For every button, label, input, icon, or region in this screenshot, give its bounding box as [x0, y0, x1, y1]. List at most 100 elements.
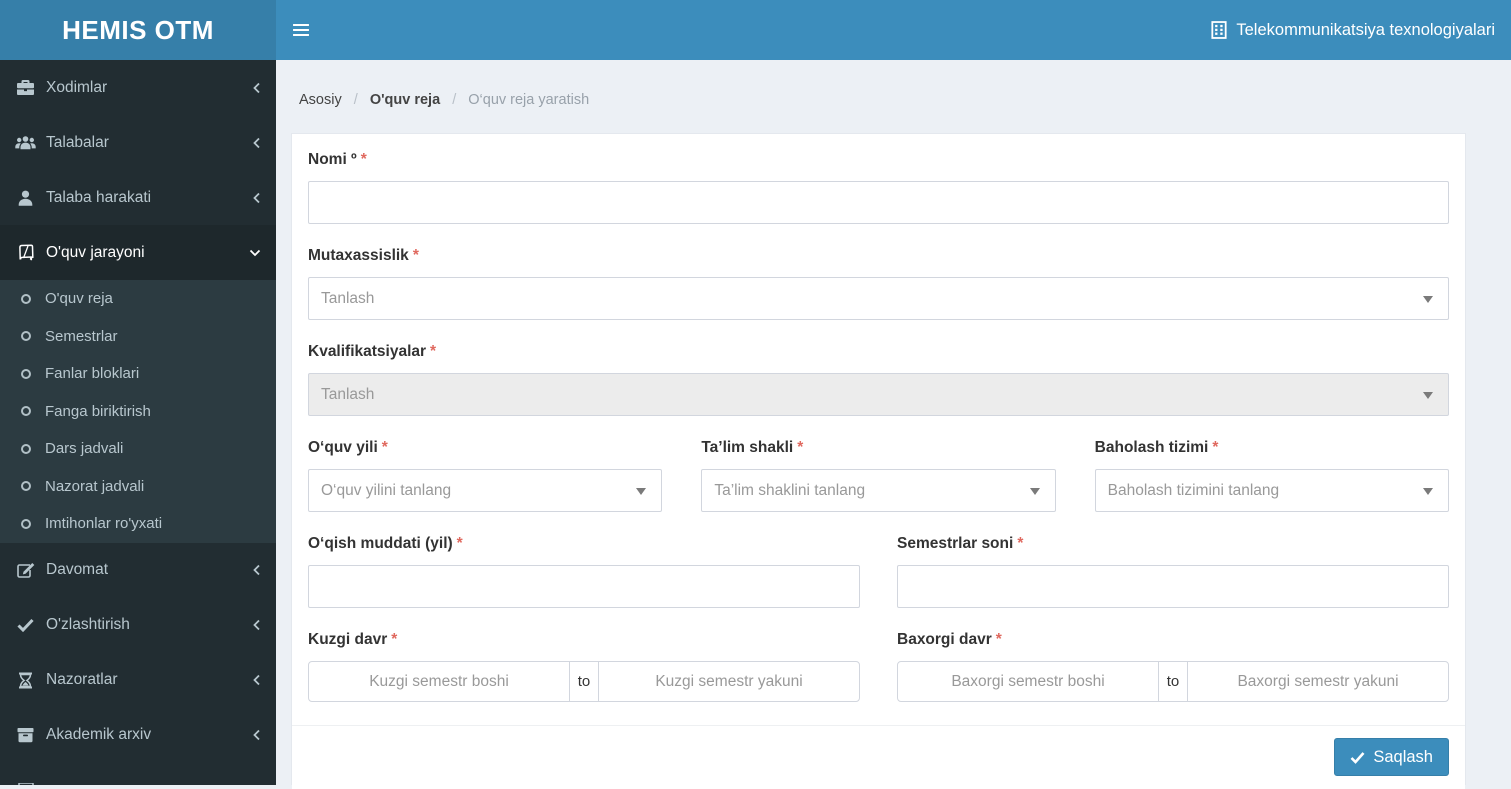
submenu-item-label: Semestrlar [45, 327, 118, 345]
submenu-item-label: Fanlar bloklari [45, 365, 140, 383]
kvalifikatsiyalar-label: Kvalifikatsiyalar * [308, 343, 437, 360]
kuzgi-davr-range: to [308, 661, 860, 702]
sidebar-item-label: Akademik arxiv [46, 726, 152, 743]
submenu-item-nazorat-jadvali[interactable]: Nazorat jadvali [0, 468, 276, 506]
chevron-left-icon [252, 619, 261, 631]
oqish-muddati-input[interactable] [308, 565, 860, 608]
save-button[interactable]: Saqlash [1334, 738, 1449, 776]
select-placeholder: Tanlash [321, 289, 375, 307]
submenu-item-label: Fanga biriktirish [45, 402, 151, 420]
submenu-item-dars-jadvali[interactable]: Dars jadvali [0, 430, 276, 468]
sidebar-item-label: Nazoratlar [46, 671, 118, 688]
breadcrumb-current: O‘quv reja yaratish [468, 92, 590, 108]
submenu-item-imtihonlar-royxati[interactable]: Imtihonlar ro'yxati [0, 505, 276, 543]
field-mutaxassislik: Mutaxassislik * Tanlash [308, 247, 1449, 320]
sidebar-item-label: Talaba harakati [46, 188, 152, 206]
field-semestrlar-soni: Semestrlar soni * [897, 535, 1449, 608]
sidebar-item-ozlashtirish[interactable]: O'zlashtirish [0, 598, 276, 653]
required-marker: * [430, 343, 437, 360]
field-oquv-yili: O‘quv yili * O‘quv yilini tanlang [308, 439, 663, 512]
required-marker: * [1017, 535, 1024, 552]
talim-shakli-select[interactable]: Ta’lim shaklini tanlang [701, 469, 1056, 512]
field-oqish-muddati: O‘qish muddati (yil) * [308, 535, 860, 608]
breadcrumb: Asosiy / O'quv reja / O‘quv reja yaratis… [276, 60, 1511, 133]
mutaxassislik-label: Mutaxassislik * [308, 247, 419, 264]
sidebar-item-label: O'zlashtirish [46, 616, 130, 633]
check-icon [14, 618, 37, 632]
breadcrumb-parent-link[interactable]: O'quv reja [370, 92, 440, 108]
check-icon [1350, 751, 1365, 764]
kvalifikatsiyalar-select[interactable]: Tanlash [308, 373, 1449, 416]
content-area: Asosiy / O'quv reja / O‘quv reja yaratis… [276, 60, 1511, 789]
baxorgi-davr-end-input[interactable] [1188, 662, 1448, 701]
select-placeholder: Ta’lim shaklini tanlang [714, 481, 866, 499]
submenu-item-oquv-reja[interactable]: O'quv reja [0, 280, 276, 318]
semestrlar-soni-input[interactable] [897, 565, 1449, 608]
mutaxassislik-select[interactable]: Tanlash [308, 277, 1449, 320]
sidebar-item-nazoratlar[interactable]: Nazoratlar [0, 653, 276, 708]
chevron-left-icon [252, 192, 261, 204]
sidebar-item-akademik-arxiv[interactable]: Akademik arxiv [0, 708, 276, 763]
sidebar-item-label: Xodimlar [46, 78, 108, 96]
field-baxorgi-davr: Baxorgi davr* to [897, 631, 1449, 702]
save-button-label: Saqlash [1373, 747, 1433, 766]
chevron-left-icon [252, 674, 261, 686]
sidebar-item-label: Talabalar [46, 133, 109, 151]
chevron-left-icon [252, 137, 261, 149]
nomi-input[interactable] [308, 181, 1449, 224]
top-bar: HEMIS OTM Telekommunikatsiya texnologiya… [0, 0, 1511, 60]
semestrlar-soni-label: Semestrlar soni * [897, 535, 1024, 552]
oqish-muddati-label: O‘qish muddati (yil) * [308, 535, 463, 552]
nomi-label: Nomi º * [308, 151, 367, 168]
sidebar-submenu-oquv-jarayoni: O'quv reja Semestrlar Fanlar bloklari Fa… [0, 280, 276, 543]
submenu-item-fanga-biriktirish[interactable]: Fanga biriktirish [0, 393, 276, 431]
sidebar-item-partial[interactable] [0, 763, 276, 785]
talim-shakli-label: Ta’lim shakli * [701, 439, 804, 456]
caret-down-icon [636, 487, 647, 495]
range-separator: to [569, 662, 599, 701]
user-icon [14, 190, 37, 206]
field-kvalifikatsiyalar: Kvalifikatsiyalar * Tanlash [308, 343, 1449, 416]
navbar: Telekommunikatsiya texnologiyalari [276, 0, 1511, 60]
circle-o-icon [15, 331, 37, 342]
sidebar-item-xodimlar[interactable]: Xodimlar [0, 60, 276, 115]
submenu-item-label: O'quv reja [45, 290, 113, 308]
sidebar-item-oquv-jarayoni[interactable]: O'quv jarayoni [0, 225, 276, 280]
oquv-yili-label: O‘quv yili * [308, 439, 388, 456]
submenu-item-fanlar-bloklari[interactable]: Fanlar bloklari [0, 355, 276, 393]
required-marker: * [391, 631, 398, 648]
range-separator: to [1158, 662, 1188, 701]
circle-o-icon [15, 293, 37, 304]
baxorgi-davr-label: Baxorgi davr * [897, 631, 1002, 648]
required-marker: * [360, 151, 367, 168]
university-name: Telekommunikatsiya texnologiyalari [1236, 20, 1495, 39]
sidebar-toggle-button[interactable] [276, 0, 326, 60]
sidebar-item-davomat[interactable]: Davomat [0, 543, 276, 598]
kuzgi-davr-start-input[interactable] [309, 662, 569, 701]
circle-o-icon [15, 368, 37, 379]
book-icon [14, 244, 37, 261]
app-logo[interactable]: HEMIS OTM [0, 0, 276, 60]
required-marker: * [1212, 439, 1219, 456]
sidebar-item-label: O'quv jarayoni [46, 243, 145, 261]
current-university: Telekommunikatsiya texnologiyalari [1211, 21, 1511, 40]
kuzgi-davr-end-input[interactable] [599, 662, 859, 701]
required-marker: * [456, 535, 463, 552]
chevron-down-icon [249, 248, 261, 257]
baxorgi-davr-range: to [897, 661, 1449, 702]
chevron-left-icon [252, 729, 261, 741]
required-marker: * [381, 439, 388, 456]
form-panel: Nomi º * Mutaxassislik * Tanlash Kvalifika [291, 133, 1466, 789]
select-placeholder: O‘quv yilini tanlang [321, 481, 452, 499]
sidebar-item-talaba-harakati[interactable]: Talaba harakati [0, 170, 276, 225]
breadcrumb-home-link[interactable]: Asosiy [299, 92, 342, 108]
breadcrumb-separator: / [452, 92, 457, 108]
oquv-yili-select[interactable]: O‘quv yilini tanlang [308, 469, 663, 512]
baxorgi-davr-start-input[interactable] [898, 662, 1158, 701]
baholash-tizimi-select[interactable]: Baholash tizimini tanlang [1094, 469, 1449, 512]
building-icon [1211, 21, 1227, 39]
field-kuzgi-davr: Kuzgi davr* to [308, 631, 860, 702]
submenu-item-semestrlar[interactable]: Semestrlar [0, 318, 276, 356]
caret-down-icon [1423, 487, 1433, 495]
sidebar-item-talabalar[interactable]: Talabalar [0, 115, 276, 170]
